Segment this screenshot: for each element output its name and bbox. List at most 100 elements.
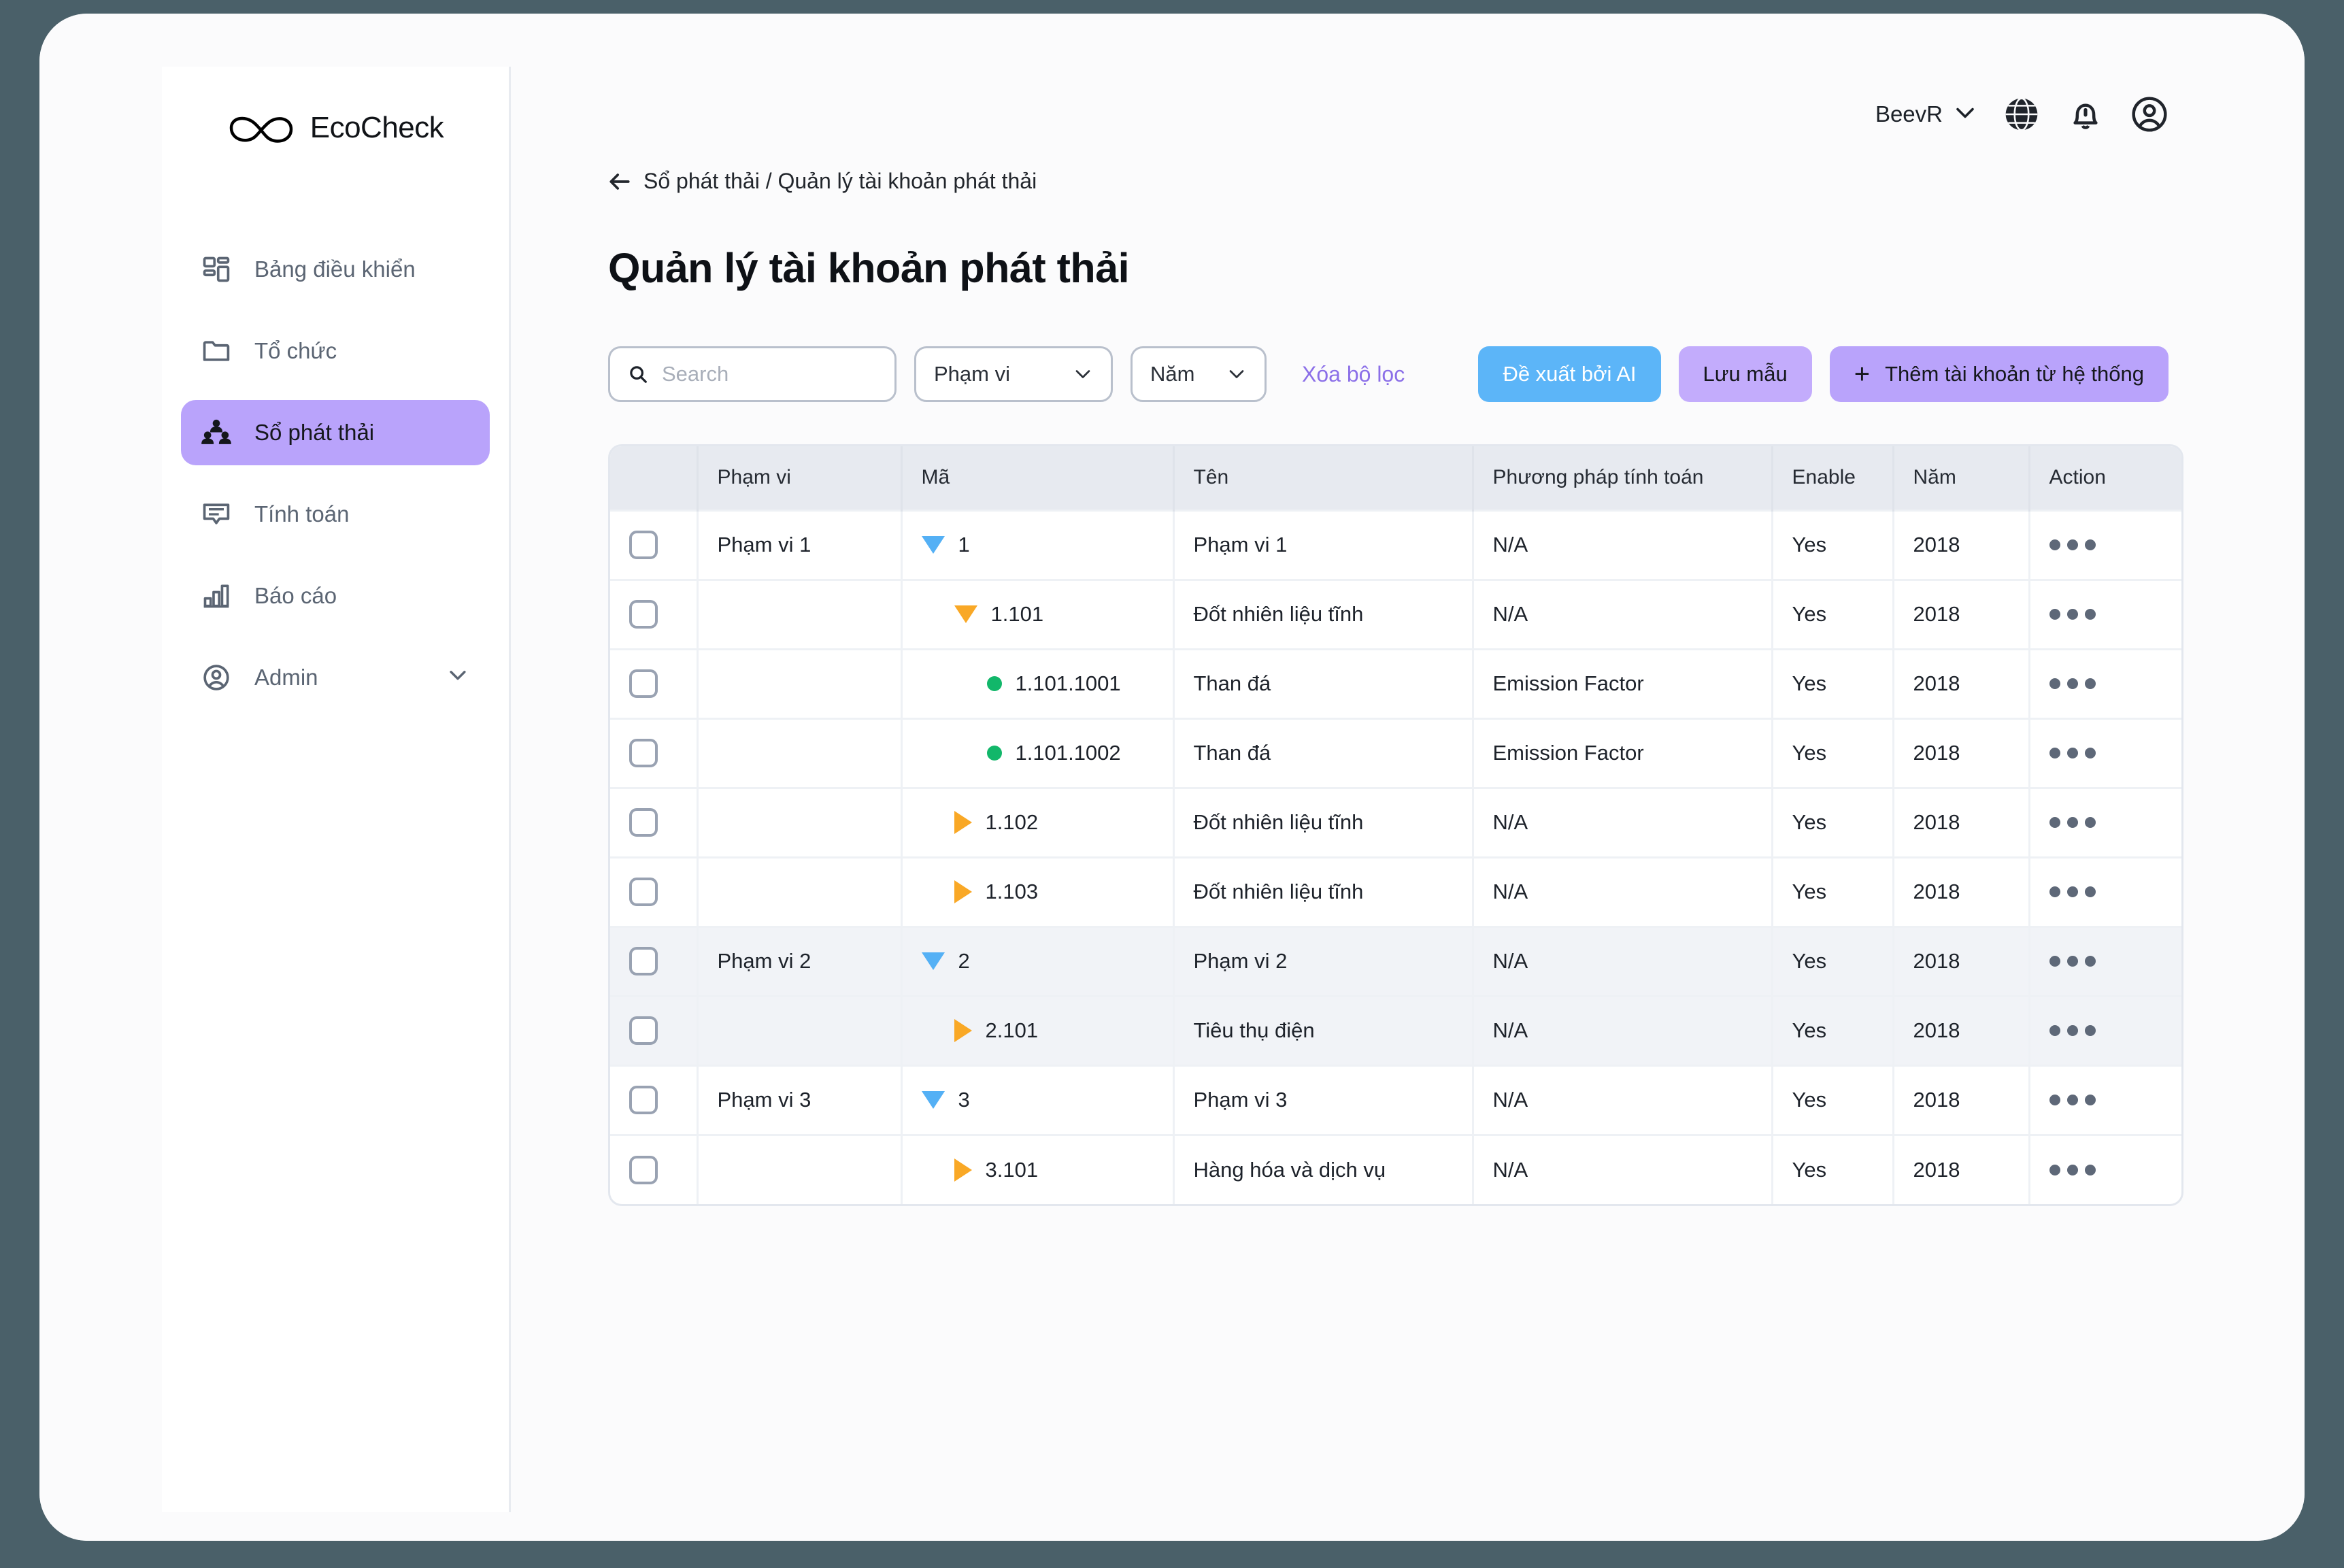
- row-action-cell[interactable]: [2029, 856, 2181, 927]
- sidebar-item-bao-cao[interactable]: Báo cáo: [181, 563, 490, 629]
- save-template-button[interactable]: Lưu mẫu: [1678, 346, 1812, 402]
- expand-triangle-down-icon[interactable]: [921, 1091, 945, 1109]
- table-row[interactable]: 3.101 Hàng hóa và dịch vụ N/A Yes 2018: [610, 1133, 2181, 1204]
- row-enable: Yes: [1772, 925, 1894, 996]
- row-code-cell: 1: [901, 509, 1175, 580]
- row-action-cell[interactable]: [2029, 648, 2181, 718]
- expand-triangle-down-icon[interactable]: [954, 605, 977, 623]
- row-select-cell[interactable]: [610, 995, 699, 1065]
- chevron-down-icon: [1214, 368, 1247, 380]
- row-year: 2018: [1893, 1064, 2030, 1135]
- add-account-button[interactable]: + Thêm tài khoản từ hệ thống: [1829, 346, 2169, 402]
- bar-chart-icon: [201, 581, 231, 611]
- row-method: N/A: [1473, 995, 1773, 1065]
- brand-logo[interactable]: EcoCheck: [162, 67, 509, 169]
- row-enable: Yes: [1772, 717, 1894, 788]
- row-actions-menu-icon[interactable]: [2049, 1164, 2167, 1175]
- table-row[interactable]: 1.102 Đốt nhiên liệu tĩnh N/A Yes 2018: [610, 786, 2181, 857]
- sidebar-item-label: Tính toán: [254, 501, 350, 527]
- row-actions-menu-icon[interactable]: [2049, 748, 2167, 758]
- row-checkbox[interactable]: [629, 947, 658, 975]
- row-action-cell[interactable]: [2029, 578, 2181, 649]
- collapse-triangle-right-icon[interactable]: [954, 880, 972, 903]
- collapse-triangle-right-icon[interactable]: [954, 1158, 972, 1182]
- row-actions-menu-icon[interactable]: [2049, 609, 2167, 620]
- row-select-cell[interactable]: [610, 786, 699, 857]
- table-row[interactable]: 1.101.1002 Than đá Emission Factor Yes 2018: [610, 717, 2181, 788]
- arrow-left-icon[interactable]: [608, 171, 631, 192]
- row-select-cell[interactable]: [610, 856, 699, 927]
- search-box[interactable]: [608, 346, 897, 402]
- row-action-cell[interactable]: [2029, 509, 2181, 580]
- row-actions-menu-icon[interactable]: [2049, 678, 2167, 689]
- table-row[interactable]: 1.101.1001 Than đá Emission Factor Yes 2018: [610, 648, 2181, 718]
- table-row[interactable]: Phạm vi 1 1 Phạm vi 1 N/A Yes 2018: [610, 509, 2181, 580]
- row-select-cell[interactable]: [610, 509, 699, 580]
- table-row[interactable]: 1.103 Đốt nhiên liệu tĩnh N/A Yes 2018: [610, 856, 2181, 927]
- row-actions-menu-icon[interactable]: [2049, 1025, 2167, 1036]
- sidebar-item-bang-dieu-khien[interactable]: Bảng điều khiển: [181, 237, 490, 302]
- row-code: 3.101: [985, 1157, 1039, 1182]
- row-checkbox[interactable]: [629, 739, 658, 767]
- row-actions-menu-icon[interactable]: [2049, 956, 2167, 967]
- row-checkbox[interactable]: [629, 669, 658, 698]
- row-code-cell: 3: [901, 1064, 1175, 1135]
- row-checkbox[interactable]: [629, 878, 658, 906]
- sidebar-item-to-chuc[interactable]: Tổ chức: [181, 318, 490, 384]
- row-actions-menu-icon[interactable]: [2049, 1095, 2167, 1105]
- row-checkbox[interactable]: [629, 808, 658, 837]
- row-scope: [697, 786, 903, 857]
- row-code: 1.103: [985, 880, 1039, 903]
- row-action-cell[interactable]: [2029, 995, 2181, 1065]
- row-select-cell[interactable]: [610, 1133, 699, 1204]
- row-name: Đốt nhiên liệu tĩnh: [1173, 856, 1474, 927]
- sidebar-item-admin[interactable]: Admin: [181, 645, 490, 710]
- row-enable: Yes: [1772, 786, 1894, 857]
- collapse-triangle-right-icon[interactable]: [954, 1019, 972, 1042]
- row-checkbox[interactable]: [629, 600, 658, 629]
- sidebar-item-tinh-toan[interactable]: Tính toán: [181, 482, 490, 547]
- row-checkbox[interactable]: [629, 531, 658, 559]
- row-action-cell[interactable]: [2029, 925, 2181, 996]
- main-content: Sổ phát thải / Quản lý tài khoản phát th…: [513, 67, 2305, 1541]
- row-action-cell[interactable]: [2029, 786, 2181, 857]
- row-action-cell[interactable]: [2029, 717, 2181, 788]
- search-icon: [628, 364, 648, 384]
- row-name: Tiêu thụ điện: [1173, 995, 1474, 1065]
- table-row[interactable]: Phạm vi 3 3 Phạm vi 3 N/A Yes 2018: [610, 1064, 2181, 1135]
- expand-triangle-down-icon[interactable]: [921, 952, 945, 970]
- expand-triangle-down-icon[interactable]: [921, 536, 945, 554]
- row-enable: Yes: [1772, 995, 1894, 1065]
- search-input[interactable]: [662, 362, 877, 386]
- column-header-enable: Enable: [1772, 446, 1894, 510]
- row-select-cell[interactable]: [610, 717, 699, 788]
- row-name: Than đá: [1173, 648, 1474, 718]
- row-actions-menu-icon[interactable]: [2049, 539, 2167, 550]
- ai-suggest-button[interactable]: Đề xuất bởi AI: [1478, 346, 1661, 402]
- row-actions-menu-icon[interactable]: [2049, 886, 2167, 897]
- table-row[interactable]: Phạm vi 2 2 Phạm vi 2 N/A Yes 2018: [610, 925, 2181, 996]
- row-checkbox[interactable]: [629, 1086, 658, 1114]
- row-select-cell[interactable]: [610, 578, 699, 649]
- row-checkbox[interactable]: [629, 1016, 658, 1045]
- column-header-code: Mã: [901, 446, 1175, 510]
- row-actions-menu-icon[interactable]: [2049, 817, 2167, 828]
- row-scope: Phạm vi 2: [697, 925, 903, 996]
- row-action-cell[interactable]: [2029, 1064, 2181, 1135]
- clear-filter-link[interactable]: Xóa bộ lọc: [1302, 362, 1405, 387]
- row-action-cell[interactable]: [2029, 1133, 2181, 1204]
- row-checkbox[interactable]: [629, 1155, 658, 1184]
- row-select-cell[interactable]: [610, 648, 699, 718]
- collapse-triangle-right-icon[interactable]: [954, 811, 972, 834]
- row-select-cell[interactable]: [610, 1064, 699, 1135]
- table-row[interactable]: 1.101 Đốt nhiên liệu tĩnh N/A Yes 2018: [610, 578, 2181, 649]
- column-header-action: Action: [2029, 446, 2181, 510]
- sidebar-item-so-phat-thai[interactable]: Sổ phát thải: [181, 400, 490, 465]
- breadcrumb[interactable]: Sổ phát thải / Quản lý tài khoản phát th…: [608, 169, 2169, 194]
- row-code: 1.102: [985, 810, 1039, 834]
- table-row[interactable]: 2.101 Tiêu thụ điện N/A Yes 2018: [610, 995, 2181, 1065]
- scope-select[interactable]: Phạm vi: [914, 346, 1113, 402]
- year-select[interactable]: Năm: [1131, 346, 1267, 402]
- row-select-cell[interactable]: [610, 925, 699, 996]
- chevron-down-icon[interactable]: [446, 663, 469, 692]
